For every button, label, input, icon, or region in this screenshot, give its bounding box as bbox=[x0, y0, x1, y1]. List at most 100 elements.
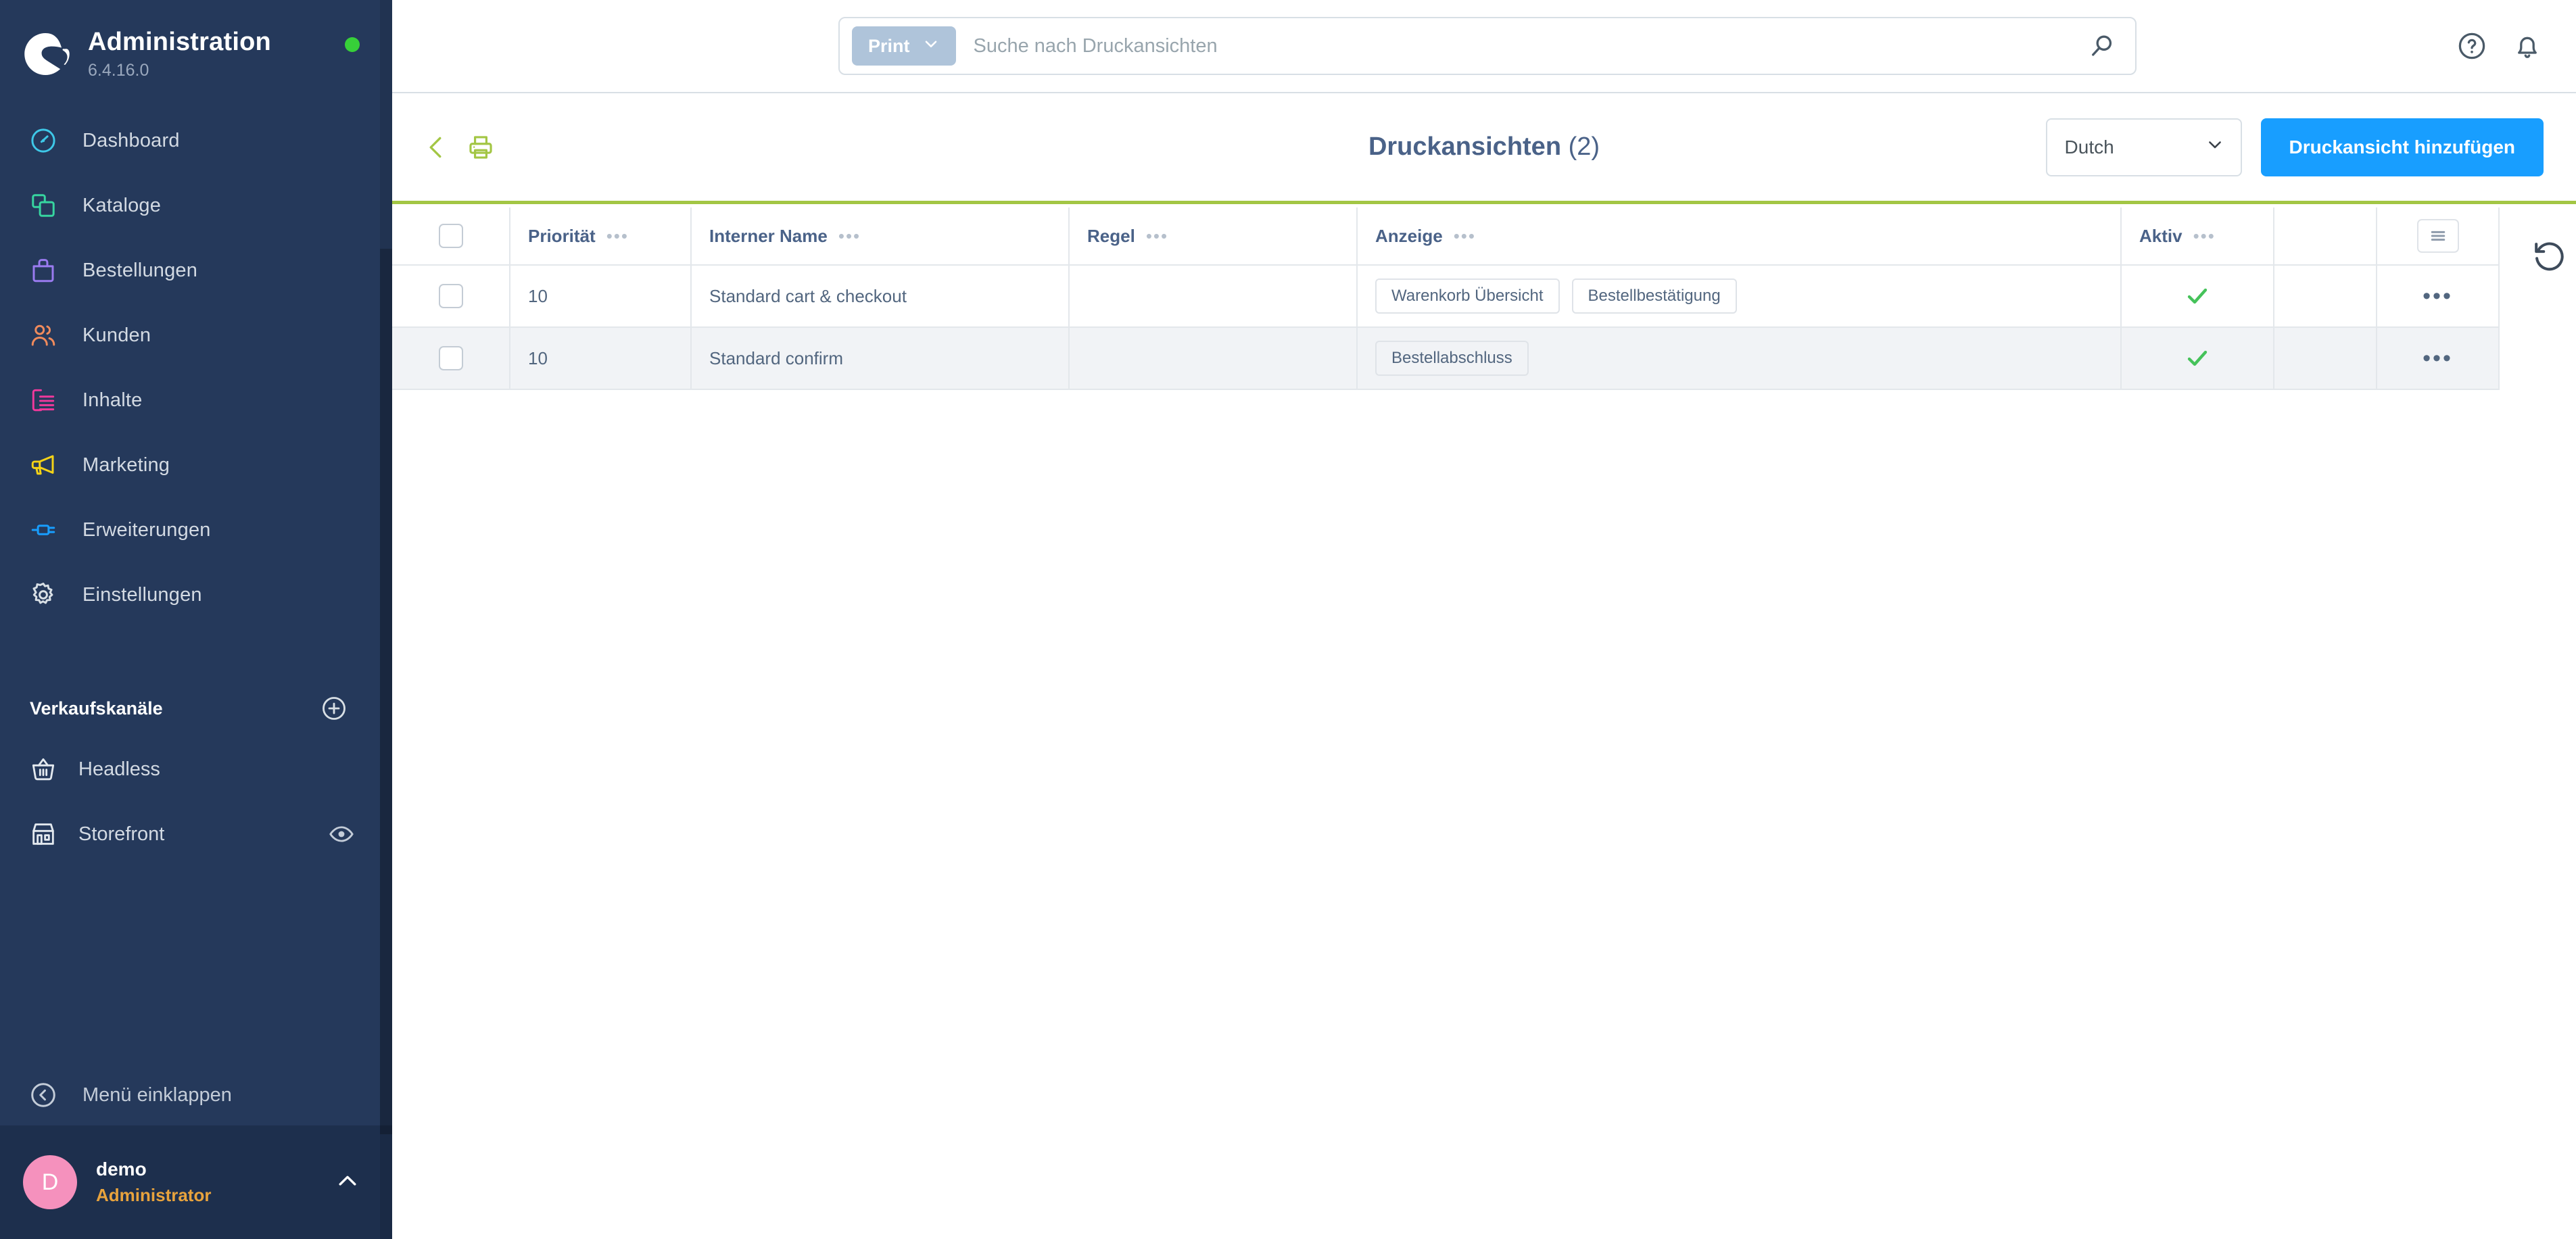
search-icon[interactable] bbox=[2076, 20, 2128, 72]
column-header-anzeige[interactable]: Anzeige ••• bbox=[1358, 208, 2122, 264]
chevron-down-icon bbox=[2205, 135, 2224, 159]
cell-value: Standard confirm bbox=[709, 347, 843, 368]
column-menu-icon[interactable]: ••• bbox=[2193, 226, 2216, 247]
row-select-cell bbox=[392, 328, 510, 389]
page-title-count: (2) bbox=[1568, 132, 1600, 161]
sidebar-item-label: Dashboard bbox=[82, 129, 180, 151]
data-grid: Priorität ••• Interner Name ••• Regel ••… bbox=[392, 208, 2500, 390]
cell-spacer bbox=[2274, 266, 2377, 326]
sidebar-item-kunden[interactable]: Kunden bbox=[0, 303, 392, 368]
sidebar-item-label: Inhalte bbox=[82, 389, 143, 411]
smart-bar-right: Dutch Druckansicht hinzufügen bbox=[2045, 118, 2544, 176]
sidebar-scrollbar-thumb[interactable] bbox=[380, 249, 392, 1134]
sidebar-item-bestellungen[interactable]: Bestellungen bbox=[0, 238, 392, 303]
language-select-value: Dutch bbox=[2064, 136, 2114, 157]
app-title: Administration bbox=[88, 27, 271, 56]
sidebar-item-erweiterungen[interactable]: Erweiterungen bbox=[0, 497, 392, 562]
row-context-menu-icon[interactable]: ••• bbox=[2423, 285, 2453, 308]
sidebar-item-marketing[interactable]: Marketing bbox=[0, 433, 392, 497]
column-menu-icon[interactable]: ••• bbox=[1146, 226, 1168, 247]
chevron-up-icon[interactable] bbox=[334, 1167, 361, 1198]
cell-anzeige: Warenkorb Übersicht Bestellbestätigung bbox=[1358, 266, 2122, 326]
sidebar-item-storefront[interactable]: Storefront bbox=[0, 802, 392, 867]
cell-interner-name: Standard confirm bbox=[692, 328, 1070, 389]
content-area: Priorität ••• Interner Name ••• Regel ••… bbox=[392, 208, 2576, 1239]
sidebar-item-label: Kataloge bbox=[82, 194, 162, 216]
cell-regel bbox=[1070, 266, 1358, 326]
row-context-menu-icon[interactable]: ••• bbox=[2423, 347, 2453, 370]
sidebar-item-dashboard[interactable]: Dashboard bbox=[0, 108, 392, 173]
cell-anzeige: Bestellabschluss bbox=[1358, 328, 2122, 389]
chevron-down-icon bbox=[922, 35, 940, 57]
collapse-menu-button[interactable]: Menü einklappen bbox=[0, 1065, 392, 1125]
column-header-label: Anzeige bbox=[1375, 225, 1443, 246]
column-header-label: Regel bbox=[1087, 225, 1135, 246]
column-menu-icon[interactable]: ••• bbox=[606, 226, 629, 247]
user-role: Administrator bbox=[96, 1185, 212, 1205]
cell-value: 10 bbox=[528, 285, 548, 306]
cell-interner-name: Standard cart & checkout bbox=[692, 266, 1070, 326]
search-type-filter[interactable]: Print bbox=[852, 26, 956, 66]
cell-prioritaet: 10 bbox=[510, 328, 692, 389]
storefront-icon bbox=[26, 817, 61, 852]
cell-aktiv bbox=[2122, 328, 2274, 389]
search-type-label: Print bbox=[868, 35, 910, 56]
top-bar: Print bbox=[392, 0, 2576, 93]
row-checkbox[interactable] bbox=[438, 284, 463, 308]
status-dot-green bbox=[345, 37, 360, 52]
sidebar-item-label: Kunden bbox=[82, 324, 151, 346]
plus-circle-icon[interactable] bbox=[320, 695, 348, 722]
user-name: demo bbox=[96, 1159, 147, 1180]
column-header-regel[interactable]: Regel ••• bbox=[1070, 208, 1358, 264]
sidebar-item-label: Storefront bbox=[78, 823, 165, 845]
sidebar-scrollbar[interactable] bbox=[380, 0, 392, 1239]
table-row[interactable]: 10 Standard confirm Bestellabschluss ••• bbox=[392, 328, 2498, 390]
catalog-icon bbox=[26, 188, 61, 223]
global-search: Print bbox=[838, 17, 2137, 75]
sidebar-item-einstellungen[interactable]: Einstellungen bbox=[0, 562, 392, 627]
row-actions-cell: ••• bbox=[2377, 328, 2498, 389]
column-header-aktiv[interactable]: Aktiv ••• bbox=[2122, 208, 2274, 264]
user-account-menu[interactable]: D demo Administrator bbox=[0, 1125, 392, 1239]
anzeige-badge: Bestellabschluss bbox=[1375, 341, 1529, 376]
sidebar-item-label: Bestellungen bbox=[82, 259, 198, 281]
dashboard-icon bbox=[26, 123, 61, 158]
help-circle-icon[interactable] bbox=[2456, 30, 2488, 62]
table-row[interactable]: 10 Standard cart & checkout Warenkorb Üb… bbox=[392, 266, 2498, 328]
brand-header: Administration 6.4.16.0 bbox=[0, 0, 392, 108]
sidebar: Administration 6.4.16.0 Dashboard Katalo… bbox=[0, 0, 392, 1239]
avatar: D bbox=[23, 1155, 77, 1209]
sidebar-item-label: Einstellungen bbox=[82, 583, 202, 606]
column-header-label: Priorität bbox=[528, 225, 596, 246]
collapse-left-icon bbox=[26, 1077, 61, 1113]
bell-icon[interactable] bbox=[2511, 30, 2544, 62]
page-title-text: Druckansichten bbox=[1368, 132, 1562, 161]
sidebar-item-headless[interactable]: Headless bbox=[0, 737, 392, 802]
sidebar-item-kataloge[interactable]: Kataloge bbox=[0, 173, 392, 238]
sidebar-item-inhalte[interactable]: Inhalte bbox=[0, 368, 392, 433]
plug-icon bbox=[26, 512, 61, 548]
column-menu-icon[interactable]: ••• bbox=[838, 226, 861, 247]
column-header-prioritaet[interactable]: Priorität ••• bbox=[510, 208, 692, 264]
smart-bar: Druckansichten (2) Dutch Druckansicht hi… bbox=[392, 93, 2576, 204]
search-input[interactable] bbox=[955, 34, 2076, 57]
anzeige-badge: Bestellbestätigung bbox=[1571, 278, 1737, 314]
customers-icon bbox=[26, 318, 61, 353]
columns-settings-icon[interactable] bbox=[2416, 219, 2459, 253]
column-header-interner-name[interactable]: Interner Name ••• bbox=[692, 208, 1070, 264]
select-all-checkbox[interactable] bbox=[438, 224, 463, 248]
eye-icon[interactable] bbox=[329, 821, 354, 847]
printer-icon[interactable] bbox=[467, 133, 495, 162]
column-menu-icon[interactable]: ••• bbox=[1454, 226, 1476, 247]
chevron-left-icon[interactable] bbox=[422, 132, 452, 162]
cell-value: 10 bbox=[528, 347, 548, 368]
content-icon bbox=[26, 383, 61, 418]
row-select-cell bbox=[392, 266, 510, 326]
select-all-cell bbox=[392, 208, 510, 264]
add-print-view-button[interactable]: Druckansicht hinzufügen bbox=[2260, 118, 2544, 176]
row-checkbox[interactable] bbox=[438, 346, 463, 370]
language-select[interactable]: Dutch bbox=[2045, 118, 2242, 176]
sidebar-item-label: Headless bbox=[78, 758, 160, 780]
reset-refresh-icon[interactable] bbox=[2529, 236, 2571, 278]
sales-channels-header: Verkaufskanäle bbox=[0, 680, 392, 737]
